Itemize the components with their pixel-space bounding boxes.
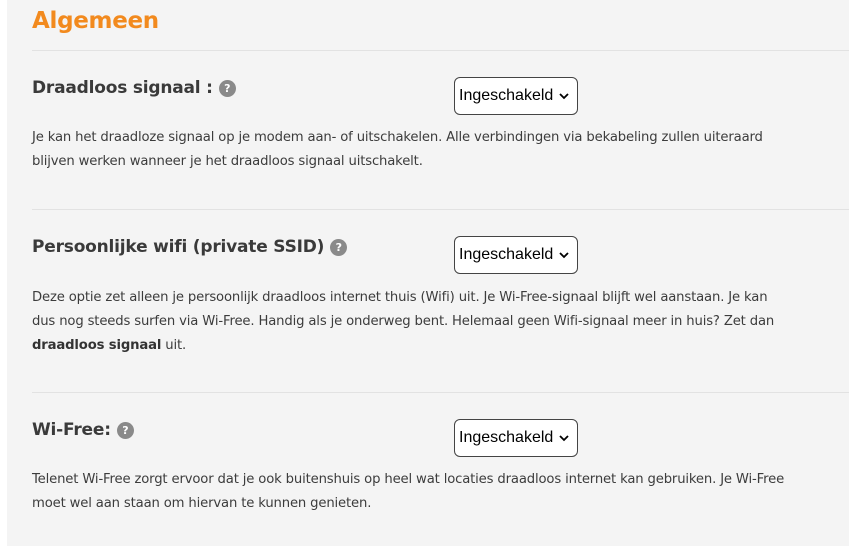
divider [32, 392, 849, 393]
section-title: Algemeen [32, 8, 159, 34]
help-icon[interactable]: ? [330, 238, 348, 256]
divider [32, 50, 849, 51]
setting-description: Je kan het draadloze signaal op je modem… [32, 130, 763, 169]
setting-label-text: Wi-Free: [32, 420, 111, 440]
divider [32, 209, 849, 210]
setting-label-persoonlijke-wifi: Persoonlijke wifi (private SSID) ? [32, 237, 348, 257]
select-value: Ingeschakeld [459, 246, 554, 263]
setting-label-text: Persoonlijke wifi (private SSID) [32, 237, 325, 257]
description-link-text: draadloos signaal [32, 338, 162, 353]
chevron-down-icon [559, 252, 569, 259]
setting-description: Telenet Wi-Free zorgt ervoor dat je ook … [32, 472, 785, 511]
draadloos-signaal-select[interactable]: Ingeschakeld [454, 77, 578, 115]
select-value: Ingeschakeld [459, 87, 554, 104]
setting-description: Deze optie zet alleen je persoonlijk dra… [32, 286, 792, 358]
help-icon[interactable]: ? [218, 79, 236, 97]
help-icon[interactable]: ? [116, 421, 134, 439]
setting-label-text: Draadloos signaal : [32, 78, 213, 98]
description-text: uit. [161, 338, 187, 353]
persoonlijke-wifi-select[interactable]: Ingeschakeld [454, 236, 578, 274]
setting-label-draadloos-signaal: Draadloos signaal : ? [32, 78, 236, 98]
select-value: Ingeschakeld [459, 429, 554, 446]
chevron-down-icon [559, 93, 569, 100]
setting-label-wi-free: Wi-Free: ? [32, 420, 134, 440]
description-text: Deze optie zet alleen je persoonlijk dra… [32, 290, 775, 329]
wi-free-select[interactable]: Ingeschakeld [454, 419, 578, 457]
chevron-down-icon [559, 435, 569, 442]
